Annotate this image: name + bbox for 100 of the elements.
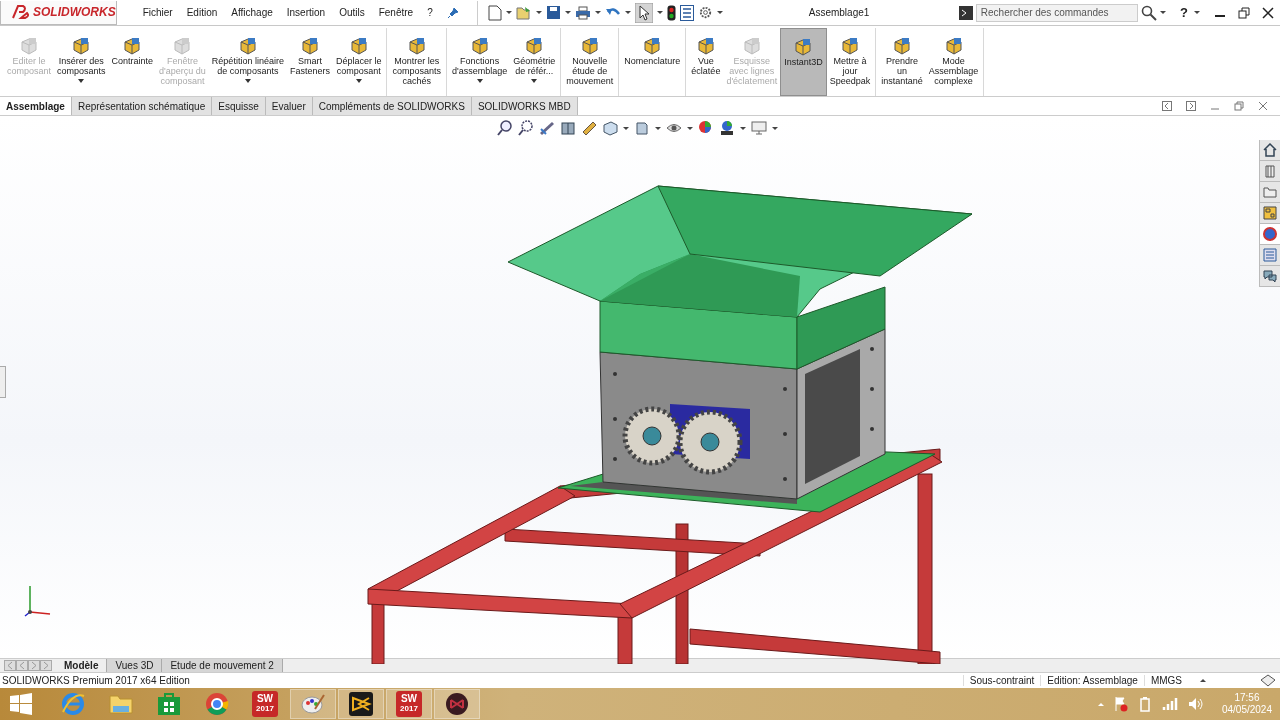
ribbon-command[interactable]: Montrer les composants cachés	[389, 28, 444, 96]
cube-icon	[470, 38, 489, 55]
cube-icon	[643, 38, 662, 55]
caret-icon[interactable]	[535, 11, 542, 14]
menu-item[interactable]: Edition	[186, 7, 218, 18]
caret-icon[interactable]	[78, 79, 85, 83]
taskbar-app[interactable]	[338, 689, 384, 719]
menu-item[interactable]: Fenêtre	[378, 7, 414, 18]
zoom-to-fit-icon[interactable]	[497, 120, 513, 136]
folder-icon[interactable]	[1263, 185, 1277, 199]
caret-icon[interactable]	[687, 126, 693, 130]
save-icon[interactable]	[545, 5, 561, 20]
cube-icon	[173, 38, 192, 55]
ribbon-command[interactable]: Nouvelle étude de mouvement	[563, 28, 617, 96]
caret-icon[interactable]	[1160, 11, 1167, 14]
ribbon-command[interactable]: Déplacer le composant	[332, 28, 385, 96]
caret-icon[interactable]	[1194, 11, 1200, 14]
caret-icon[interactable]	[716, 11, 723, 14]
close-icon[interactable]	[1262, 6, 1274, 19]
restore-icon[interactable]	[1238, 6, 1250, 19]
new-document-icon[interactable]	[487, 4, 502, 21]
settings-icon[interactable]	[697, 5, 713, 20]
folder-icon	[109, 693, 133, 715]
book-icon[interactable]	[1263, 164, 1277, 178]
panel-handle[interactable]	[0, 366, 6, 398]
product-name: SOLIDWORKS Premium 2017 x64 Edition	[2, 675, 191, 686]
sphere-icon[interactable]	[1263, 227, 1277, 241]
tab[interactable]: Esquisse	[212, 97, 266, 115]
search-field[interactable]: Rechercher des commandes	[975, 3, 1139, 22]
tab[interactable]: SOLIDWORKS MBD	[471, 97, 578, 115]
ribbon-command[interactable]: Mode Assemblage complexe	[925, 28, 982, 96]
menu-item[interactable]: ?	[427, 7, 433, 18]
ds-logo-icon	[11, 4, 31, 20]
status-cell: Sous-contraint	[962, 675, 1041, 686]
scene-sphere-icon[interactable]	[719, 120, 735, 136]
ribbon-command[interactable]: Vue éclatée	[688, 28, 724, 96]
section-view-icon[interactable]	[560, 120, 576, 136]
menu-item[interactable]: Fichier	[142, 7, 173, 18]
monitor-icon[interactable]	[751, 120, 767, 136]
ribbon-command[interactable]: Smart Fasteners	[286, 28, 333, 96]
caret-icon[interactable]	[505, 11, 512, 14]
ribbon-command[interactable]: Répétition linéaire de composants	[208, 28, 287, 96]
flag-icon[interactable]	[1113, 696, 1128, 712]
tab[interactable]: Représentation schématique	[71, 97, 213, 115]
appearance-sphere-icon[interactable]	[698, 120, 714, 136]
search-icon[interactable]	[1141, 4, 1158, 21]
caret-icon[interactable]	[476, 79, 483, 83]
traffic-light-icon[interactable]	[666, 4, 676, 21]
ribbon-command[interactable]: Prendre un instantané	[878, 28, 926, 96]
windows-start-icon[interactable]	[10, 693, 32, 715]
cube-icon	[794, 39, 813, 56]
record-app-icon	[445, 692, 469, 716]
checklist-icon[interactable]	[679, 4, 694, 21]
restore-icon[interactable]	[1234, 101, 1244, 111]
caret-icon[interactable]	[772, 126, 778, 130]
select-pointer-icon[interactable]	[634, 2, 653, 23]
ribbon-command[interactable]: Mettre à jour Speedpak	[826, 28, 874, 96]
ribbon-command[interactable]: Instant3D	[780, 28, 827, 96]
ribbon-command[interactable]: Fonctions d'assemblage	[449, 28, 511, 96]
caret-icon[interactable]	[623, 126, 629, 130]
ribbon-command[interactable]: Nomenclature	[621, 28, 684, 96]
tab[interactable]: Etude de mouvement 2	[162, 659, 283, 672]
cube-icon	[72, 38, 91, 55]
ribbon-command[interactable]: Contrainte	[108, 28, 157, 96]
panel-left-icon[interactable]	[1162, 101, 1172, 111]
caret-icon[interactable]	[564, 11, 571, 14]
caret-icon[interactable]	[594, 11, 601, 14]
caret-icon[interactable]	[740, 126, 746, 130]
ribbon-command[interactable]: Insérer des composants	[54, 28, 109, 96]
help-button[interactable]: ?	[1180, 5, 1188, 20]
cube-icon	[407, 38, 426, 55]
menu-item[interactable]: Insertion	[286, 7, 326, 18]
pin-icon[interactable]	[446, 6, 459, 19]
caret-icon[interactable]	[355, 79, 362, 83]
tab[interactable]: Vues 3D	[107, 659, 163, 672]
caret-icon[interactable]	[656, 11, 663, 14]
cube-icon[interactable]	[602, 120, 618, 136]
solidworks-app-icon: SW 2017	[396, 691, 422, 717]
caret-icon[interactable]	[655, 126, 661, 130]
ribbon-command[interactable]: Géométrie de référ...	[510, 28, 559, 96]
panel-right-icon[interactable]	[1186, 101, 1196, 111]
caret-icon[interactable]	[1200, 679, 1206, 682]
zoom-area-icon[interactable]	[518, 120, 534, 136]
taskbar-app[interactable]: SW 2017	[242, 689, 288, 719]
chat-icon[interactable]	[1263, 269, 1277, 283]
print-icon[interactable]	[574, 5, 591, 20]
tab[interactable]: Evaluer	[265, 97, 313, 115]
caret-icon[interactable]	[624, 11, 631, 14]
home-icon[interactable]	[1263, 143, 1277, 157]
layout-icon[interactable]	[1263, 206, 1277, 220]
caret-icon[interactable]	[244, 79, 251, 83]
taskbar-app[interactable]: SW 2017	[386, 689, 432, 719]
status-cell: MMGS	[1143, 675, 1188, 686]
tab[interactable]: Compléments de SOLIDWORKS	[312, 97, 472, 115]
menu-item[interactable]: Outils	[339, 7, 365, 18]
menu-item[interactable]: Affichage	[231, 7, 273, 18]
taskbar-app[interactable]	[434, 689, 480, 719]
caret-icon[interactable]	[531, 79, 538, 83]
solidworks-logo[interactable]: SOLIDWORKS	[0, 0, 117, 25]
cube-icon	[525, 38, 544, 55]
